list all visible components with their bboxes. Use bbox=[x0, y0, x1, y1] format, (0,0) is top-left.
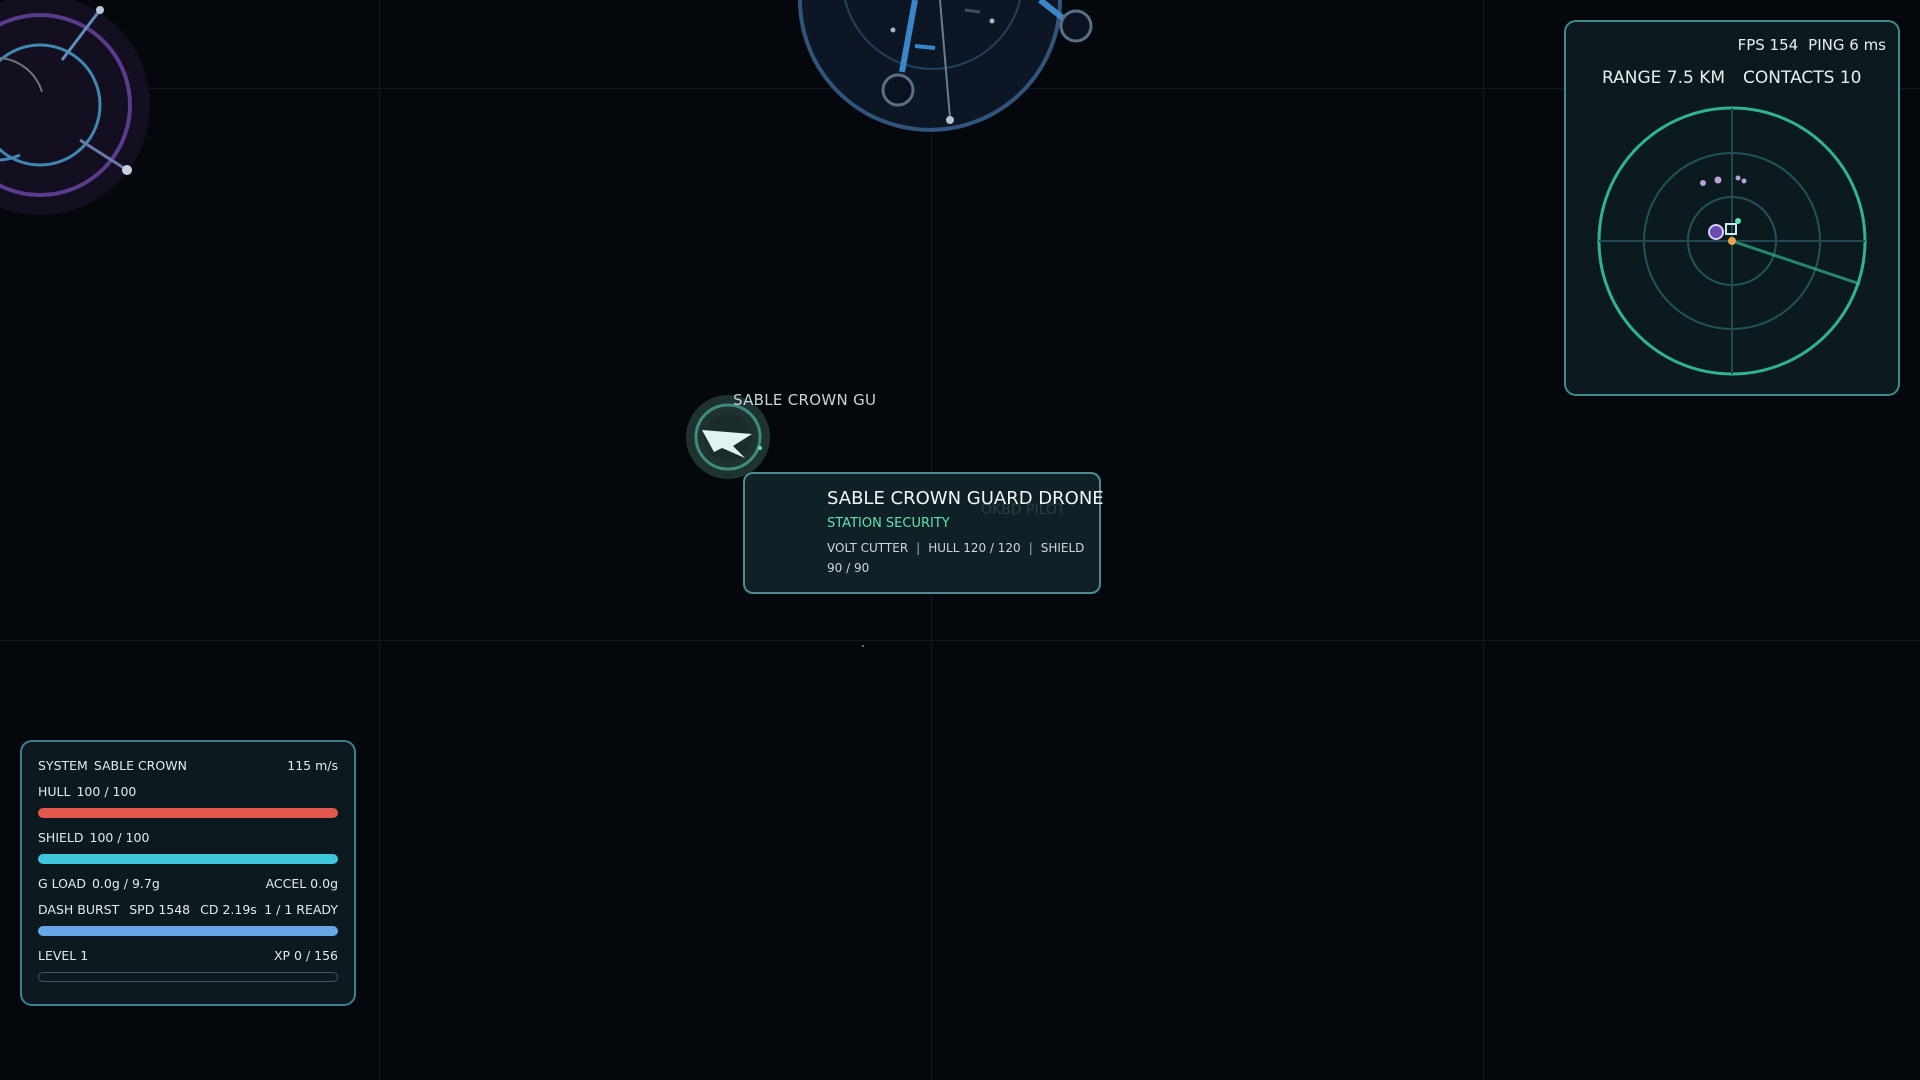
dash-ready: 1 / 1 READY bbox=[264, 902, 338, 917]
gload-label: G LOAD bbox=[38, 876, 86, 891]
shield-bar-fill bbox=[38, 854, 338, 864]
target-faction: STATION SECURITY bbox=[827, 516, 950, 531]
xp-readout: XP 0 / 156 bbox=[273, 948, 338, 963]
radar-panel: FPS 154 PING 6 ms RANGE 7.5 KM CONTACTS 10 bbox=[1564, 20, 1900, 396]
dash-label: DASH BURST bbox=[38, 902, 120, 917]
target-nameplate: SABLE CROWN GU bbox=[733, 391, 877, 409]
target-tooltip: OKBD PILOT SABLE CROWN GUARD DRONE STATI… bbox=[743, 472, 1104, 594]
radar-contact bbox=[1735, 218, 1741, 224]
speed-readout: 115 m/s bbox=[287, 758, 338, 773]
target-shield-label: SHIELD bbox=[1040, 541, 1085, 555]
target-title: SABLE CROWN GUARD DRONE bbox=[827, 488, 1104, 509]
accel-readout: ACCEL 0.0g bbox=[265, 876, 338, 891]
hull-value: 100 / 100 bbox=[76, 784, 137, 799]
system-name: SABLE CROWN bbox=[93, 758, 187, 773]
system-row: SYSTEM SABLE CROWN 115 m/s bbox=[38, 758, 338, 773]
radar-station-marker bbox=[1708, 224, 1724, 240]
dash-bar-fill bbox=[38, 926, 338, 936]
dash-bar bbox=[38, 926, 338, 936]
ship-status-panel: SYSTEM SABLE CROWN 115 m/s HULL 100 / 100 … bbox=[20, 740, 356, 1006]
hull-label: HULL bbox=[38, 784, 71, 799]
station-icon[interactable] bbox=[798, 0, 1093, 132]
shield-value: 100 / 100 bbox=[89, 830, 150, 845]
player-ship-icon bbox=[1728, 237, 1736, 245]
shield-row: SHIELD 100 / 100 bbox=[38, 830, 338, 845]
gload-row: G LOAD 0.0g / 9.7g ACCEL 0.0g bbox=[38, 876, 338, 891]
system-label: SYSTEM bbox=[38, 758, 88, 773]
hull-row: HULL 100 / 100 bbox=[38, 784, 338, 799]
station-icon[interactable] bbox=[0, 0, 150, 215]
level-label: LEVEL 1 bbox=[38, 948, 89, 963]
target-weapon: VOLT CUTTER bbox=[827, 541, 909, 555]
radar-scope[interactable] bbox=[1566, 22, 1902, 398]
dash-speed: SPD 1548 bbox=[129, 902, 191, 917]
dust-particle bbox=[862, 645, 864, 647]
hull-bar-fill bbox=[38, 808, 338, 818]
shield-bar bbox=[38, 854, 338, 864]
hull-bar bbox=[38, 808, 338, 818]
gload-value: 0.0g / 9.7g bbox=[91, 876, 160, 891]
target-shield-value: 90 / 90 bbox=[827, 561, 870, 575]
xp-bar bbox=[38, 972, 338, 982]
level-row: LEVEL 1 XP 0 / 156 bbox=[38, 948, 338, 963]
target-hull: HULL 120 / 120 bbox=[928, 541, 1021, 555]
dash-cooldown: CD 2.19s bbox=[200, 902, 257, 917]
shield-label: SHIELD bbox=[38, 830, 84, 845]
dash-row: DASH BURST SPD 1548 CD 2.19s 1 / 1 READY bbox=[38, 902, 338, 917]
target-stats: VOLT CUTTER | HULL 120 / 120 | SHIELD 90 / 9… bbox=[827, 541, 1085, 575]
